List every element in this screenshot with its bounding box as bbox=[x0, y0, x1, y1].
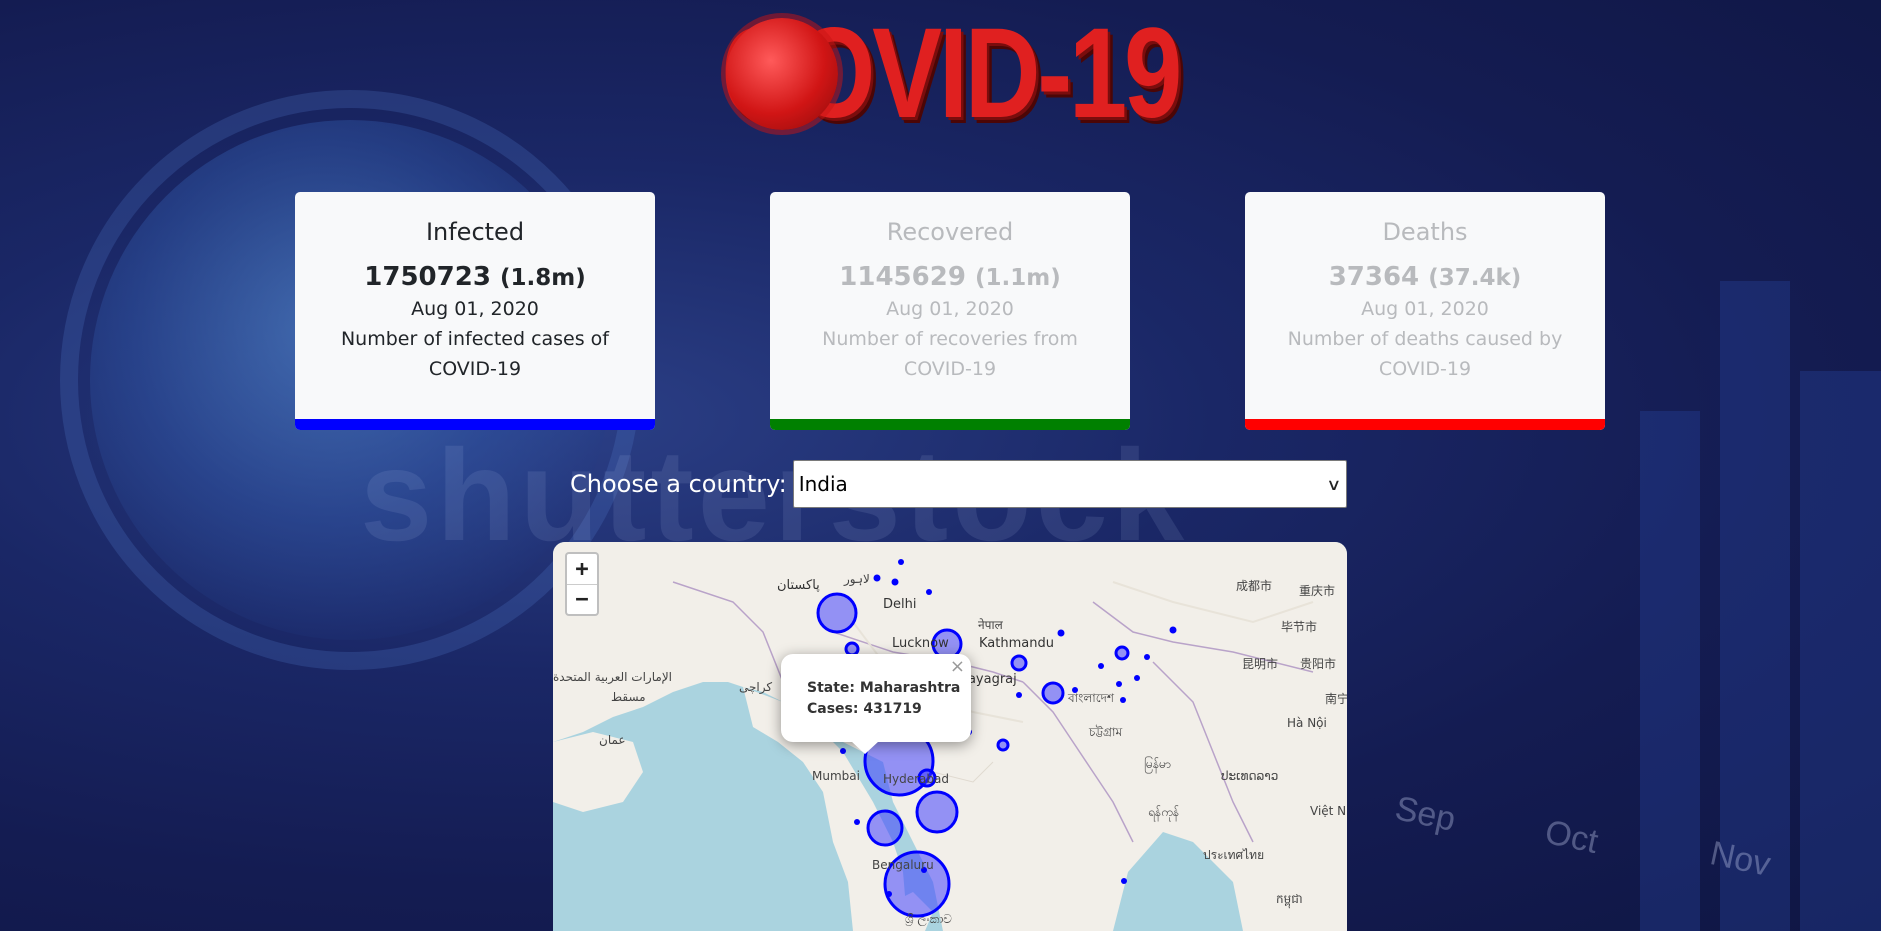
map-place-label: 南宁 bbox=[1325, 692, 1347, 706]
card-color-bar bbox=[1245, 419, 1605, 430]
popup-state: State: Maharashtra bbox=[807, 680, 961, 696]
map[interactable]: + − لاہور پاکستان Delhi Lucknow Kathmand… bbox=[553, 542, 1347, 931]
card-count-short: (37.4k) bbox=[1428, 265, 1522, 291]
card-description: Number of infected cases of COVID-19 bbox=[340, 328, 610, 380]
month-decoration: Sep bbox=[1391, 789, 1459, 839]
map-place-label: বাংলাদেশ bbox=[1068, 691, 1114, 705]
map-place-label: Hyderabad bbox=[883, 772, 949, 786]
map-place-label: 毕节市 bbox=[1281, 620, 1318, 634]
card-title: Infected bbox=[425, 218, 525, 246]
card-description: Number of deaths caused by COVID-19 bbox=[1287, 328, 1563, 380]
zoom-in-button[interactable]: + bbox=[567, 554, 597, 584]
map-place-label: 重庆市 bbox=[1299, 584, 1336, 598]
month-decoration: Oct bbox=[1541, 812, 1602, 862]
zoom-out-button[interactable]: − bbox=[567, 584, 597, 614]
map-place-label: 昆明市 bbox=[1242, 657, 1279, 671]
country-chooser: Choose a country: India ∨ bbox=[570, 460, 1347, 508]
map-place-label: Mumbai bbox=[812, 769, 860, 783]
card-date: Aug 01, 2020 bbox=[411, 298, 539, 320]
card-count-short: (1.1m) bbox=[974, 265, 1061, 291]
map-place-label: Hà Nội bbox=[1287, 716, 1327, 730]
card-value: 37364 (37.4k) bbox=[1245, 262, 1605, 292]
card-count-short: (1.8m) bbox=[499, 265, 586, 291]
card-description: Number of recoveries from COVID-19 bbox=[822, 328, 1078, 380]
map-place-label: ປະເທດລາວ bbox=[1221, 769, 1279, 783]
map-place-label: عمان bbox=[599, 733, 626, 747]
map-place-label: Delhi bbox=[883, 597, 917, 612]
recovered-card[interactable]: Recovered 1145629 (1.1m) Aug 01, 2020 Nu… bbox=[770, 192, 1130, 430]
map-place-label: Lucknow bbox=[892, 636, 949, 651]
chart-bar-decoration bbox=[1720, 281, 1790, 931]
card-value: 1750723 (1.8m) bbox=[295, 262, 655, 292]
map-place-label: မြန်မာ bbox=[1144, 757, 1171, 771]
map-place-label: 贵阳市 bbox=[1300, 657, 1337, 671]
map-place-label: চট্টগ্রাম bbox=[1089, 725, 1123, 739]
country-select-value: India bbox=[798, 472, 848, 496]
map-place-label: Kathmandu bbox=[979, 636, 1054, 651]
zoom-control: + − bbox=[565, 552, 599, 616]
map-place-label: الإمارات العربية المتحدة bbox=[553, 670, 672, 684]
map-place-label: ရန်ကုန် bbox=[1148, 805, 1180, 819]
infected-card[interactable]: Infected 1750723 (1.8m) Aug 01, 2020 Num… bbox=[295, 192, 655, 430]
virus-icon bbox=[726, 18, 838, 130]
map-place-label: Việt N bbox=[1310, 804, 1347, 818]
deaths-card[interactable]: Deaths 37364 (37.4k) Aug 01, 2020 Number… bbox=[1245, 192, 1605, 430]
chart-bar-decoration bbox=[1640, 411, 1700, 931]
card-count: 1750723 bbox=[364, 262, 491, 292]
card-title: Deaths bbox=[1382, 218, 1468, 246]
card-color-bar bbox=[295, 419, 655, 430]
card-date: Aug 01, 2020 bbox=[886, 298, 1014, 320]
map-place-label: مسقط bbox=[611, 690, 646, 704]
map-popup: × State: Maharashtra Cases: 431719 bbox=[781, 654, 971, 754]
map-place-label: नेपाल bbox=[978, 618, 1003, 632]
card-value: 1145629 (1.1m) bbox=[770, 262, 1130, 292]
card-count: 1145629 bbox=[839, 262, 966, 292]
map-place-label: កម្ពុជា bbox=[1276, 892, 1303, 906]
map-place-label: ประเทศไทย bbox=[1203, 848, 1265, 862]
covid-logo: COVID-19 bbox=[620, 4, 1280, 144]
card-color-bar bbox=[770, 419, 1130, 430]
popup-cases: Cases: 431719 bbox=[807, 701, 922, 717]
map-place-label: پاکستان bbox=[777, 578, 820, 593]
chevron-down-icon: ∨ bbox=[1326, 474, 1342, 494]
chart-bar-decoration bbox=[1800, 371, 1881, 931]
map-place-label: Bengaluru bbox=[872, 858, 934, 872]
card-count: 37364 bbox=[1328, 262, 1420, 292]
country-select[interactable]: India ∨ bbox=[792, 460, 1347, 508]
country-label: Choose a country: bbox=[570, 470, 787, 498]
map-place-label: ශ්‍රී ලංකාව bbox=[905, 912, 952, 926]
map-place-label: لاہور bbox=[844, 572, 870, 586]
close-icon[interactable]: × bbox=[950, 656, 965, 677]
map-place-label: کراچی bbox=[739, 680, 773, 694]
card-title: Recovered bbox=[886, 218, 1014, 246]
card-date: Aug 01, 2020 bbox=[1361, 298, 1489, 320]
map-place-label: 成都市 bbox=[1236, 579, 1273, 593]
